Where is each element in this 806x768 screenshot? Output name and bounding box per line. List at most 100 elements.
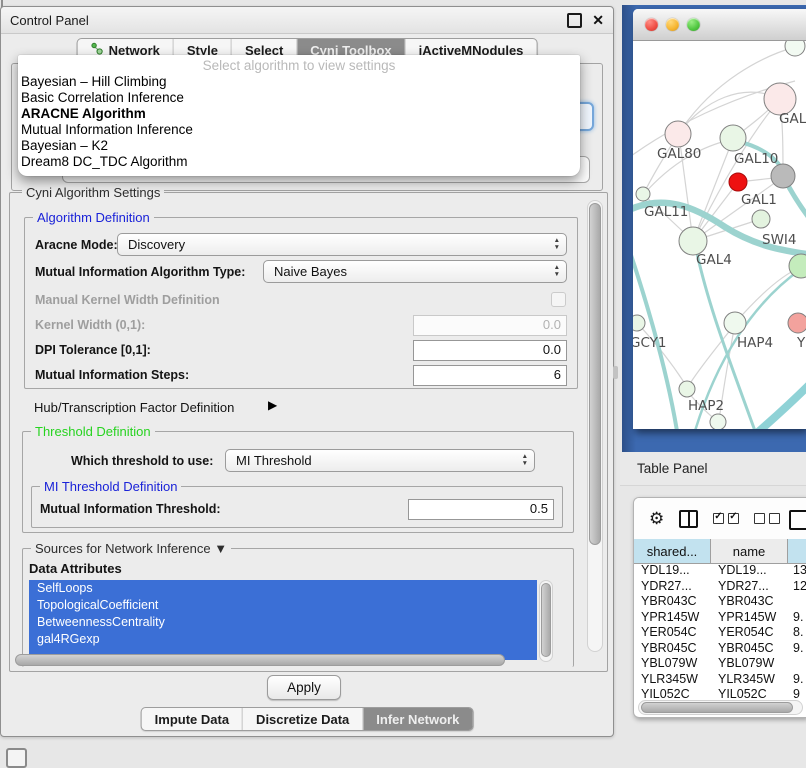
table-panel-titlebar: Table Panel (620, 452, 806, 486)
network-node-swi4[interactable] (789, 254, 806, 278)
table-row[interactable]: YBR045CYBR045C9. (634, 641, 806, 657)
table-row[interactable]: YLR345WYLR345W9. (634, 672, 806, 688)
network-view-frame: GALGAL80GAL10GAL11GAL1GAL4SWI4GCY1HAP4YH… (622, 5, 806, 452)
hub-definition-label[interactable]: Hub/Transcription Factor Definition (34, 400, 234, 415)
table-cell: YER054C (711, 625, 788, 641)
network-node[interactable] (729, 173, 747, 191)
table-cell: YBL079W (711, 656, 788, 672)
tab-discretize-data[interactable]: Discretize Data (242, 708, 362, 730)
table-row[interactable]: YBL079WYBL079W (634, 656, 806, 672)
network-node-gal4[interactable] (679, 227, 707, 255)
table-cell: 9. (788, 641, 806, 657)
network-node-gal80[interactable] (665, 121, 691, 147)
table-cell: YBL079W (634, 656, 711, 672)
table-cell: YBR043C (711, 594, 788, 610)
table-row[interactable]: YDR27...YDR27...12 (634, 579, 806, 595)
control-panel-window: Control Panel ✕ NetworkStyleSelectCyni T… (0, 6, 614, 737)
column-header-shared[interactable]: shared... (634, 539, 711, 563)
tab-infer-network[interactable]: Infer Network (362, 708, 472, 730)
mi-type-combobox[interactable]: Naive Bayes ▲▼ (263, 260, 567, 283)
mac-minimize-icon[interactable] (666, 18, 679, 31)
algorithm-option-aracne-algorithm[interactable]: ARACNE Algorithm (18, 106, 580, 122)
table-cell: YPR145W (711, 610, 788, 626)
mi-threshold-field[interactable]: 0.5 (408, 499, 554, 520)
network-node[interactable] (710, 414, 726, 429)
float-window-icon[interactable] (567, 13, 582, 28)
dpi-tolerance-field[interactable]: 0.0 (413, 340, 567, 361)
settings-horizontal-scrollbar[interactable] (13, 653, 583, 667)
tab-label: Discretize Data (256, 712, 349, 727)
dpi-tolerance-label: DPI Tolerance [0,1]: (35, 343, 151, 357)
tab-impute-data[interactable]: Impute Data (142, 708, 242, 730)
desktop: { "colors":{ "selection_blue":"#3b6fd6",… (0, 0, 806, 762)
which-threshold-combobox[interactable]: MI Threshold ▲▼ (225, 449, 535, 472)
which-threshold-value: MI Threshold (236, 453, 312, 468)
network-node-hap2[interactable] (679, 381, 695, 397)
table-horizontal-scrollbar[interactable] (638, 700, 803, 715)
algorithm-option-bayesian-hill-climbing[interactable]: Bayesian – Hill Climbing (18, 74, 580, 90)
mi-threshold-label: Mutual Information Threshold: (40, 502, 221, 516)
network-node-gal10[interactable] (720, 125, 746, 151)
network-window: GALGAL80GAL10GAL11GAL1GAL4SWI4GCY1HAP4YH… (633, 9, 806, 429)
columns-icon[interactable] (679, 510, 698, 528)
apply-button[interactable]: Apply (267, 675, 341, 700)
table-row[interactable]: YDL19...YDL19...13 (634, 563, 806, 579)
aracne-mode-value: Discovery (128, 237, 185, 252)
table-row[interactable]: YPR145WYPR145W9. (634, 610, 806, 626)
collapsed-arrow-icon[interactable]: ▶ (268, 398, 277, 412)
attributes-list-scrollbar[interactable] (539, 580, 553, 662)
table-cell (788, 656, 806, 672)
algorithm-definition-title: Algorithm Definition (33, 210, 154, 225)
algorithm-popup-items: Bayesian – Hill ClimbingBasic Correlatio… (18, 74, 580, 170)
column-header-name[interactable]: name (711, 539, 788, 563)
algorithm-option-basic-correlation-inference[interactable]: Basic Correlation Inference (18, 90, 580, 106)
network-node-gal11[interactable] (636, 187, 650, 201)
network-node-gcy1[interactable] (633, 315, 645, 331)
aracne-mode-combobox[interactable]: Discovery ▲▼ (117, 233, 567, 256)
manual-kernel-label: Manual Kernel Width Definition (35, 293, 220, 307)
attribute-item-gal4rgexp[interactable]: gal4RGexp (29, 631, 537, 648)
attribute-item-topologicalcoefficient[interactable]: TopologicalCoefficient (29, 597, 537, 614)
kernel-width-field[interactable]: 0.0 (413, 315, 567, 336)
sources-group-title: Sources for Network Inference ▼ (31, 541, 231, 556)
table-body: YDL19...YDL19...13YDR27...YDR27...12YBR0… (634, 563, 806, 717)
attribute-item-betweennesscentrality[interactable]: BetweennessCentrality (29, 614, 537, 631)
expanded-arrow-icon[interactable]: ▼ (214, 541, 227, 556)
manual-kernel-checkbox[interactable] (551, 292, 566, 307)
table-cell: YBR043C (634, 594, 711, 610)
network-node-gal1[interactable] (752, 210, 770, 228)
gear-icon[interactable]: ⚙ (649, 510, 664, 527)
table-cell: YDR27... (711, 579, 788, 595)
node-label: GAL1 (741, 192, 777, 208)
algorithm-option-bayesian-k2[interactable]: Bayesian – K2 (18, 138, 580, 154)
minimized-panel-icon[interactable] (6, 748, 27, 768)
network-canvas[interactable]: GALGAL80GAL10GAL11GAL1GAL4SWI4GCY1HAP4YH… (633, 41, 806, 429)
settings-vertical-scrollbar[interactable] (587, 200, 603, 652)
table-cell: YDR27... (634, 579, 711, 595)
attribute-item-selfloops[interactable]: SelfLoops (29, 580, 537, 597)
deselect-all-columns-icon[interactable] (754, 513, 780, 524)
select-all-columns-icon[interactable] (713, 513, 739, 524)
column-header-partial[interactable] (788, 539, 806, 563)
algorithm-option-dream8-dc-tdc-algorithm[interactable]: Dream8 DC_TDC Algorithm (18, 154, 580, 170)
partial-toolbar-icon[interactable] (789, 510, 806, 530)
mi-threshold-definition-group: MI Threshold Definition Mutual Informati… (31, 486, 563, 528)
table-cell: YLR345W (711, 672, 788, 688)
data-attributes-list[interactable]: SelfLoopsTopologicalCoefficientBetweenne… (29, 580, 537, 660)
control-panel-title: Control Panel (10, 13, 89, 28)
network-node[interactable] (785, 41, 805, 56)
splitter-handle[interactable] (613, 366, 618, 379)
algorithm-option-mutual-information-inference[interactable]: Mutual Information Inference (18, 122, 580, 138)
table-row[interactable]: YBR043CYBR043C (634, 594, 806, 610)
algorithm-dropdown-popup: Select algorithm to view settings Bayesi… (18, 55, 580, 176)
network-node[interactable] (771, 164, 795, 188)
network-node-y[interactable] (788, 313, 806, 333)
mac-zoom-icon[interactable] (687, 18, 700, 31)
mi-steps-field[interactable]: 6 (413, 365, 567, 386)
network-node-hap4[interactable] (724, 312, 746, 334)
close-window-icon[interactable]: ✕ (592, 15, 604, 26)
table-row[interactable]: YER054CYER054C8. (634, 625, 806, 641)
mi-type-value: Naive Bayes (274, 264, 347, 279)
mac-close-icon[interactable] (645, 18, 658, 31)
threshold-definition-title: Threshold Definition (31, 424, 155, 439)
